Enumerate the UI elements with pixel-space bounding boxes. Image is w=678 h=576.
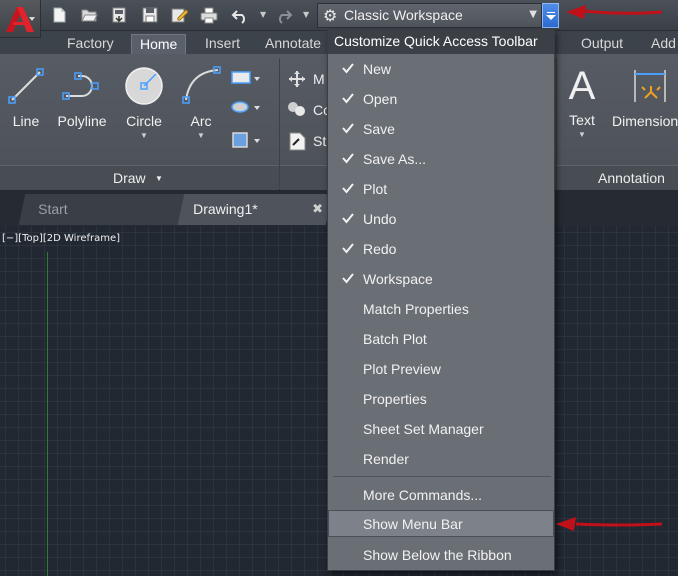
menu-item-show-menu-bar[interactable]: Show Menu Bar	[328, 510, 554, 537]
menu-item-redo[interactable]: Redo	[328, 234, 554, 264]
redo-dropdown-icon[interactable]: ▼	[303, 10, 309, 19]
copy-icon[interactable]	[286, 100, 308, 118]
dimension-label: Dimension	[612, 113, 678, 129]
menu-item-show-below-ribbon[interactable]: Show Below the Ribbon	[328, 540, 554, 570]
boundary-icon[interactable]	[230, 131, 260, 149]
stretch-label[interactable]: St	[313, 133, 326, 149]
text-icon: A	[568, 64, 596, 108]
customize-quick-access-toolbar-menu: Customize Quick Access Toolbar New Open …	[327, 29, 555, 571]
line-label: Line	[12, 113, 40, 129]
menu-title: Customize Quick Access Toolbar	[328, 30, 554, 54]
polyline-label: Polyline	[57, 113, 107, 129]
tab-home[interactable]: Home	[131, 34, 187, 54]
checkmark-icon	[342, 243, 354, 254]
move-icon[interactable]	[286, 70, 308, 88]
menu-item-properties[interactable]: Properties	[328, 384, 554, 414]
open-icon[interactable]	[80, 6, 98, 24]
line-tool[interactable]: Line	[6, 66, 46, 129]
chevron-down-icon: ▼	[529, 9, 537, 20]
checkmark-icon	[342, 183, 354, 194]
annotation-panel-footer[interactable]: Annotation	[557, 165, 678, 190]
menu-item-match-properties[interactable]: Match Properties	[328, 294, 554, 324]
chevron-down-icon[interactable]: ▼	[180, 131, 222, 140]
save-as-icon[interactable]	[170, 6, 188, 24]
line-icon	[8, 68, 44, 104]
menu-item-undo[interactable]: Undo	[328, 204, 554, 234]
menu-item-render[interactable]: Render	[328, 444, 554, 474]
tab-drawing1[interactable]: Drawing1* ✖	[177, 194, 333, 225]
arc-icon	[182, 66, 221, 104]
chevron-down-icon[interactable]: ▼	[120, 131, 168, 140]
redo-icon[interactable]	[275, 6, 293, 24]
menu-item-save[interactable]: Save	[328, 114, 554, 144]
dimension-icon	[634, 70, 666, 102]
tab-add[interactable]: Add	[651, 34, 676, 54]
polyline-icon	[62, 72, 99, 100]
tab-output[interactable]: Output	[581, 34, 623, 54]
application-menu-button[interactable]	[0, 0, 41, 38]
checkmark-icon	[342, 93, 354, 104]
polyline-tool[interactable]: Polyline	[54, 66, 110, 129]
menu-item-new[interactable]: New	[328, 54, 554, 84]
annotation-arrow-icon	[556, 517, 663, 531]
chevron-down-icon[interactable]: ▼	[562, 130, 602, 139]
rectangle-icon[interactable]	[230, 70, 260, 86]
ucs-y-axis	[47, 252, 48, 576]
draw-panel-footer[interactable]: Draw ▼	[0, 165, 279, 190]
chevron-down-icon: ▼	[155, 174, 163, 183]
stretch-icon[interactable]	[287, 131, 309, 151]
dropdown-arrow-icon	[546, 15, 556, 20]
menu-item-plot-preview[interactable]: Plot Preview	[328, 354, 554, 384]
menu-item-plot[interactable]: Plot	[328, 174, 554, 204]
move-label[interactable]: M	[313, 71, 325, 87]
save-icon[interactable]	[141, 6, 159, 24]
viewport-controls[interactable]: [−][Top][2D Wireframe]	[2, 233, 120, 244]
checkmark-icon	[342, 123, 354, 134]
tab-start[interactable]: Start	[18, 194, 186, 225]
tab-drawing1-label: Drawing1*	[193, 201, 258, 217]
close-icon[interactable]: ✖	[312, 201, 323, 217]
text-label: Text	[569, 112, 595, 128]
undo-dropdown-icon[interactable]: ▼	[260, 10, 266, 19]
annotation-arrow-icon	[566, 5, 663, 19]
menu-item-batch-plot[interactable]: Batch Plot	[328, 324, 554, 354]
menu-item-open[interactable]: Open	[328, 84, 554, 114]
gear-icon: ⚙	[323, 6, 338, 25]
save-to-cloud-icon[interactable]	[110, 6, 128, 24]
tab-insert[interactable]: Insert	[205, 34, 240, 54]
hatch-icon[interactable]	[230, 99, 260, 115]
arc-tool[interactable]: Arc ▼	[180, 66, 222, 140]
menu-separator	[333, 476, 551, 477]
dimension-tool[interactable]: Dimension	[612, 66, 678, 129]
annotation-panel-title: Annotation	[598, 170, 665, 186]
customize-quick-access-toolbar-button[interactable]	[542, 3, 559, 28]
circle-icon	[125, 67, 163, 105]
menu-item-sheet-set-manager[interactable]: Sheet Set Manager	[328, 414, 554, 444]
tab-annotate[interactable]: Annotate	[265, 34, 321, 54]
draw-panel-title: Draw	[113, 170, 146, 186]
circle-tool[interactable]: Circle ▼	[120, 66, 168, 140]
checkmark-icon	[342, 63, 354, 74]
plot-icon[interactable]	[200, 6, 218, 24]
menu-item-workspace[interactable]: Workspace	[328, 264, 554, 294]
undo-icon[interactable]	[231, 6, 249, 24]
new-icon[interactable]	[50, 6, 68, 24]
workspace-label: Classic Workspace	[344, 7, 463, 23]
checkmark-icon	[342, 153, 354, 164]
checkmark-icon	[342, 273, 354, 284]
menu-item-save-as[interactable]: Save As...	[328, 144, 554, 174]
arc-label: Arc	[190, 113, 212, 129]
circle-label: Circle	[126, 113, 162, 129]
autocad-logo-icon	[6, 7, 35, 32]
workspace-dropdown[interactable]: ⚙ Classic Workspace ▼	[317, 3, 542, 28]
menu-item-more-commands[interactable]: More Commands...	[328, 480, 554, 510]
text-tool[interactable]: A Text ▼	[562, 64, 602, 139]
checkmark-icon	[342, 213, 354, 224]
tab-factory[interactable]: Factory	[67, 34, 114, 54]
tab-start-label: Start	[38, 201, 68, 217]
